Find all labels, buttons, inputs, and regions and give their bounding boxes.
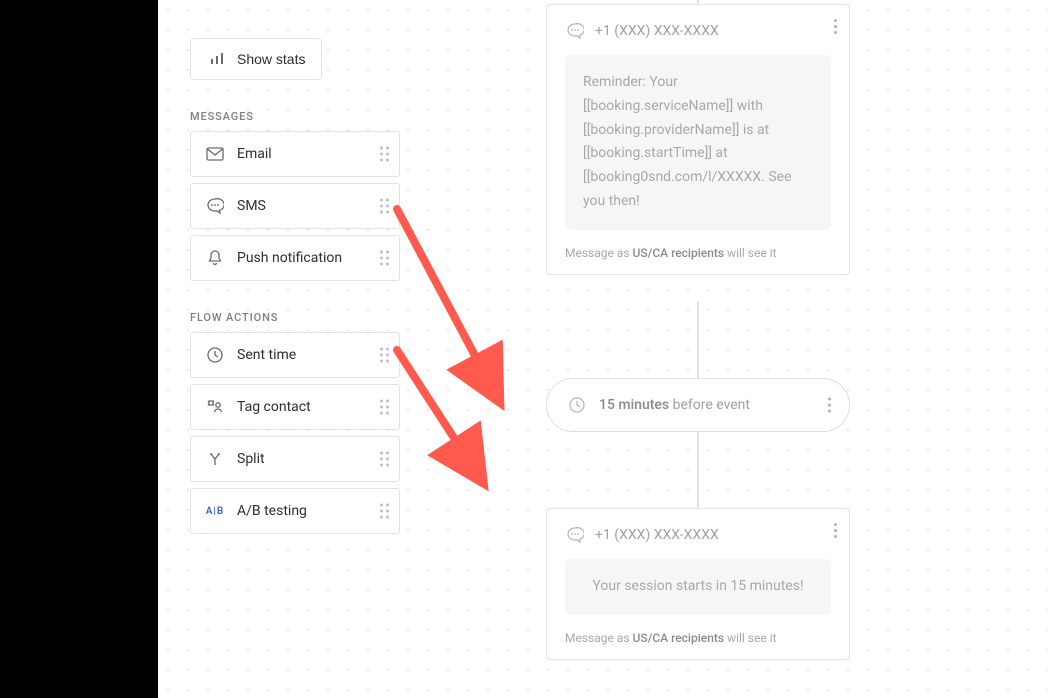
sms-body: Your session starts in 15 minutes! [565, 559, 831, 615]
chat-bubble-icon [205, 196, 225, 216]
drag-handle-icon[interactable] [380, 400, 389, 415]
block-sent-time[interactable]: Sent time [190, 332, 400, 378]
sms-node-header: +1 (XXX) XXX-XXXX [565, 21, 831, 41]
sms-footer-suffix: will see it [724, 246, 776, 260]
delay-relation: before event [669, 397, 750, 413]
block-sms-label: SMS [237, 198, 266, 214]
show-stats-button[interactable]: Show stats [190, 38, 322, 80]
sms-node-phone: +1 (XXX) XXX-XXXX [595, 23, 719, 39]
sms-footer-prefix: Message as [565, 246, 633, 260]
section-title-messages: MESSAGES [190, 110, 400, 123]
delay-node[interactable]: 15 minutes before event [546, 378, 850, 432]
clock-icon [567, 395, 587, 415]
ab-testing-icon: A|B [205, 501, 225, 521]
chat-bubble-icon [565, 525, 585, 545]
delay-duration: 15 minutes [599, 397, 669, 413]
bar-chart-icon [207, 49, 227, 69]
sms-footer: Message as US/CA recipients will see it [565, 631, 831, 645]
node-menu-button[interactable] [828, 398, 831, 413]
sms-node-2[interactable]: +1 (XXX) XXX-XXXX Your session starts in… [546, 508, 850, 660]
envelope-icon [205, 144, 225, 164]
block-sent-time-label: Sent time [237, 347, 296, 363]
connector-line [697, 302, 699, 380]
flow-canvas[interactable]: Show stats MESSAGES Email SMS [158, 0, 1048, 698]
section-title-flow-actions: FLOW ACTIONS [190, 311, 400, 324]
block-tag-contact-label: Tag contact [237, 399, 311, 415]
drag-handle-icon[interactable] [380, 251, 389, 266]
sms-footer: Message as US/CA recipients will see it [565, 246, 831, 260]
block-tag-contact[interactable]: Tag contact [190, 384, 400, 430]
sms-footer-prefix: Message as [565, 631, 633, 645]
show-stats-label: Show stats [237, 51, 305, 67]
sms-node-header: +1 (XXX) XXX-XXXX [565, 525, 831, 545]
left-sidebar-placeholder [0, 0, 158, 698]
block-push[interactable]: Push notification [190, 235, 400, 281]
drag-handle-icon[interactable] [380, 147, 389, 162]
node-menu-button[interactable] [834, 19, 837, 34]
connector-line [697, 432, 699, 510]
node-menu-button[interactable] [834, 523, 837, 538]
clock-icon [205, 345, 225, 365]
sms-footer-recipients: US/CA recipients [633, 246, 725, 260]
sms-footer-recipients: US/CA recipients [633, 631, 725, 645]
drag-handle-icon[interactable] [380, 348, 389, 363]
block-push-label: Push notification [237, 250, 342, 266]
chat-bubble-icon [565, 21, 585, 41]
block-email[interactable]: Email [190, 131, 400, 177]
flow-area: +1 (XXX) XXX-XXXX Reminder: Your [[booki… [478, 0, 1048, 698]
block-split-label: Split [237, 451, 265, 467]
bell-icon [205, 248, 225, 268]
sms-footer-suffix: will see it [724, 631, 776, 645]
sms-body: Reminder: Your [[booking.serviceName]] w… [565, 55, 831, 230]
block-email-label: Email [237, 146, 272, 162]
drag-handle-icon[interactable] [380, 452, 389, 467]
sms-node-1[interactable]: +1 (XXX) XXX-XXXX Reminder: Your [[booki… [546, 4, 850, 275]
tool-palette: Show stats MESSAGES Email SMS [190, 38, 400, 540]
tag-contact-icon [205, 397, 225, 417]
drag-handle-icon[interactable] [380, 199, 389, 214]
delay-text: 15 minutes before event [599, 397, 750, 413]
block-split[interactable]: Split [190, 436, 400, 482]
split-icon [205, 449, 225, 469]
block-ab-testing-label: A/B testing [237, 503, 307, 519]
block-sms[interactable]: SMS [190, 183, 400, 229]
block-ab-testing[interactable]: A|B A/B testing [190, 488, 400, 534]
drag-handle-icon[interactable] [380, 504, 389, 519]
sms-node-phone: +1 (XXX) XXX-XXXX [595, 527, 719, 543]
